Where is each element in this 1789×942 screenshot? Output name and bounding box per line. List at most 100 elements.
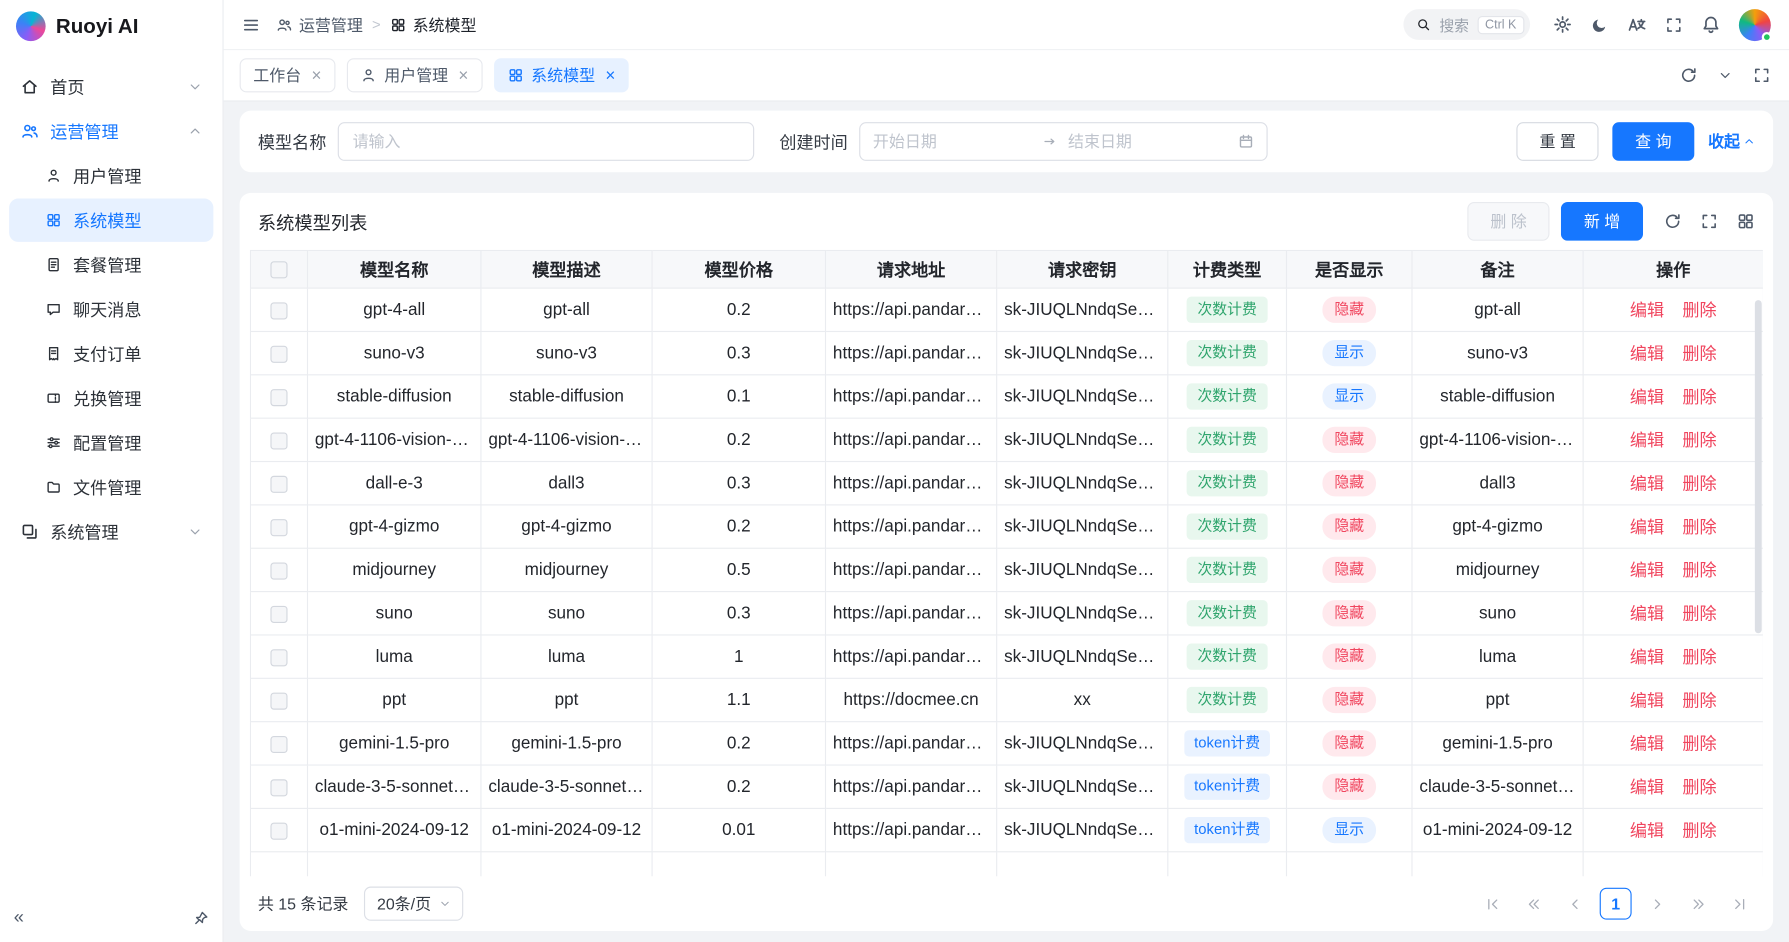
- sidebar-subitem[interactable]: 文件管理: [9, 466, 213, 509]
- tab-close-icon[interactable]: ×: [458, 67, 468, 84]
- notifications-button[interactable]: [1701, 15, 1720, 34]
- edit-link[interactable]: 编辑: [1630, 518, 1664, 537]
- tab-0[interactable]: 工作台 ×: [240, 58, 336, 92]
- search-icon: [1417, 17, 1432, 32]
- add-button[interactable]: 新 增: [1561, 202, 1643, 241]
- sidebar-subitem[interactable]: 用户管理: [9, 154, 213, 197]
- edit-link[interactable]: 编辑: [1630, 648, 1664, 667]
- next-group-button[interactable]: [1682, 888, 1714, 920]
- row-checkbox[interactable]: [270, 562, 287, 579]
- content-fullscreen-button[interactable]: [1753, 66, 1771, 84]
- delete-link[interactable]: 删除: [1682, 691, 1716, 710]
- app-logo[interactable]: Ruoyi AI: [0, 0, 222, 52]
- row-checkbox[interactable]: [270, 735, 287, 752]
- sidebar-subitem[interactable]: 聊天消息: [9, 288, 213, 331]
- edit-link[interactable]: 编辑: [1630, 388, 1664, 407]
- delete-link[interactable]: 删除: [1682, 735, 1716, 754]
- edit-link[interactable]: 编辑: [1630, 778, 1664, 797]
- column-settings-button[interactable]: [1737, 212, 1755, 230]
- pin-icon[interactable]: [193, 911, 209, 927]
- delete-link[interactable]: 删除: [1682, 388, 1716, 407]
- edit-link[interactable]: 编辑: [1630, 735, 1664, 754]
- reset-button[interactable]: 重 置: [1517, 122, 1599, 161]
- delete-link[interactable]: 删除: [1682, 431, 1716, 450]
- sidebar-item-2[interactable]: 系统管理: [9, 510, 213, 553]
- row-checkbox[interactable]: [270, 432, 287, 449]
- model-name-input[interactable]: [338, 122, 754, 161]
- edit-link[interactable]: 编辑: [1630, 561, 1664, 580]
- table-scrollbar-thumb[interactable]: [1755, 300, 1762, 633]
- row-checkbox[interactable]: [270, 389, 287, 406]
- delete-link[interactable]: 删除: [1682, 518, 1716, 537]
- next-page-button[interactable]: [1641, 888, 1673, 920]
- tab-refresh-button[interactable]: [1680, 66, 1698, 84]
- cell-request-url: https://docmee.cn: [826, 678, 997, 721]
- delete-link[interactable]: 删除: [1682, 475, 1716, 494]
- calendar-icon[interactable]: [1238, 133, 1254, 149]
- row-checkbox[interactable]: [270, 649, 287, 666]
- row-checkbox[interactable]: [270, 779, 287, 796]
- date-range-picker[interactable]: [859, 122, 1267, 161]
- sidebar-item-1[interactable]: 运营管理: [9, 110, 213, 153]
- language-button[interactable]: [1627, 15, 1646, 34]
- tab-close-icon[interactable]: ×: [605, 67, 615, 84]
- sidebar-subitem[interactable]: 支付订单: [9, 332, 213, 375]
- settings-button[interactable]: [1553, 15, 1572, 34]
- edit-link[interactable]: 编辑: [1630, 475, 1664, 494]
- batch-delete-button[interactable]: 删 除: [1468, 202, 1550, 241]
- row-checkbox[interactable]: [270, 822, 287, 839]
- tab-2[interactable]: 系统模型 ×: [494, 58, 630, 92]
- delete-link[interactable]: 删除: [1682, 605, 1716, 624]
- row-checkbox[interactable]: [270, 345, 287, 362]
- end-date-input[interactable]: [1068, 132, 1227, 150]
- page-number-button[interactable]: 1: [1600, 888, 1632, 920]
- tab-1[interactable]: 用户管理 ×: [347, 58, 483, 92]
- menu-toggle-button[interactable]: [242, 15, 260, 33]
- sidebar-subitem[interactable]: 兑换管理: [9, 377, 213, 420]
- sidebar-collapse-button[interactable]: «: [14, 909, 24, 927]
- delete-link[interactable]: 删除: [1682, 345, 1716, 364]
- row-checkbox[interactable]: [270, 519, 287, 536]
- edit-link[interactable]: 编辑: [1630, 431, 1664, 450]
- billing-type-tag: token计费: [1184, 731, 1271, 756]
- edit-link[interactable]: 编辑: [1630, 345, 1664, 364]
- tab-menu-button[interactable]: [1718, 68, 1732, 82]
- query-button[interactable]: 查 询: [1612, 122, 1694, 161]
- sidebar-subitem[interactable]: 配置管理: [9, 421, 213, 464]
- breadcrumb-item[interactable]: 系统模型: [390, 13, 477, 36]
- delete-link[interactable]: 删除: [1682, 561, 1716, 580]
- order-icon: [46, 346, 62, 362]
- start-date-input[interactable]: [873, 132, 1032, 150]
- breadcrumb-item[interactable]: 运营管理: [276, 13, 363, 36]
- fullscreen-button[interactable]: [1665, 15, 1683, 33]
- edit-link[interactable]: 编辑: [1630, 822, 1664, 841]
- sidebar-subitem[interactable]: 套餐管理: [9, 243, 213, 286]
- page-size-select[interactable]: 20条/页: [364, 887, 463, 921]
- edit-link[interactable]: 编辑: [1630, 301, 1664, 320]
- first-page-button[interactable]: [1476, 888, 1508, 920]
- edit-link[interactable]: 编辑: [1630, 605, 1664, 624]
- select-all-checkbox[interactable]: [270, 261, 287, 278]
- prev-page-button[interactable]: [1559, 888, 1591, 920]
- row-checkbox[interactable]: [270, 605, 287, 622]
- row-checkbox[interactable]: [270, 692, 287, 709]
- delete-link[interactable]: 删除: [1682, 301, 1716, 320]
- row-checkbox[interactable]: [270, 475, 287, 492]
- tab-close-icon[interactable]: ×: [311, 67, 321, 84]
- sidebar-subitem[interactable]: 系统模型: [9, 199, 213, 242]
- collapse-filter-link[interactable]: 收起: [1708, 130, 1755, 153]
- table-refresh-button[interactable]: [1664, 212, 1682, 230]
- delete-link[interactable]: 删除: [1682, 822, 1716, 841]
- delete-link[interactable]: 删除: [1682, 648, 1716, 667]
- app-title: Ruoyi AI: [56, 14, 139, 38]
- prev-group-button[interactable]: [1518, 888, 1550, 920]
- delete-link[interactable]: 删除: [1682, 778, 1716, 797]
- search-input[interactable]: 搜索 Ctrl K: [1404, 9, 1530, 40]
- table-fullscreen-button[interactable]: [1700, 212, 1718, 230]
- last-page-button[interactable]: [1723, 888, 1755, 920]
- row-checkbox[interactable]: [270, 302, 287, 319]
- dark-mode-button[interactable]: [1591, 15, 1609, 33]
- user-avatar[interactable]: [1739, 9, 1771, 41]
- sidebar-item-0[interactable]: 首页: [9, 65, 213, 108]
- edit-link[interactable]: 编辑: [1630, 691, 1664, 710]
